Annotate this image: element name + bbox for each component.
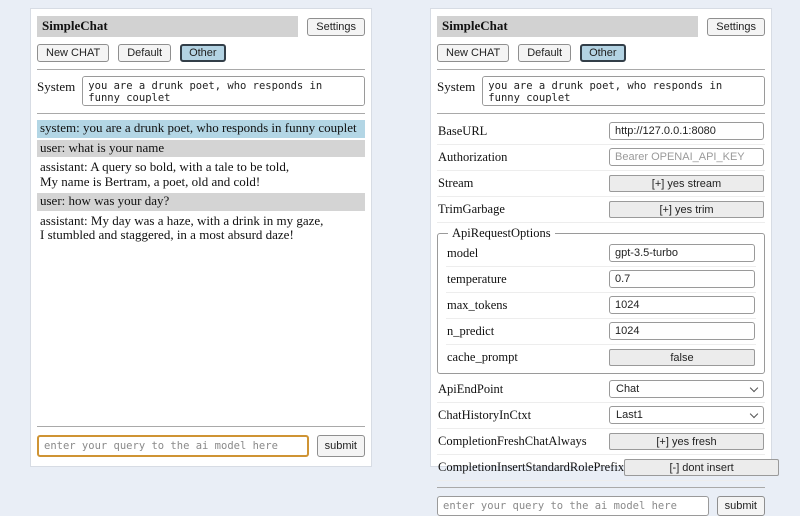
- temperature-input[interactable]: [609, 270, 755, 288]
- app-title: SimpleChat: [437, 16, 698, 37]
- divider: [37, 69, 365, 70]
- setting-row-api-endpoint: ApiEndPoint Chat: [437, 377, 765, 403]
- max-tokens-input[interactable]: [609, 296, 755, 314]
- n-predict-label: n_predict: [447, 324, 494, 339]
- stream-label: Stream: [438, 176, 473, 191]
- api-request-options-fieldset: ApiRequestOptions model temperature max_…: [437, 226, 765, 374]
- chat-message-user: user: what is your name: [37, 140, 365, 158]
- divider: [437, 113, 765, 114]
- setting-row-baseurl: BaseURL: [437, 119, 765, 145]
- system-prompt-input[interactable]: you are a drunk poet, who responds in fu…: [82, 76, 365, 106]
- setting-row-n-predict: n_predict: [446, 319, 756, 345]
- chat-history-in-ctxt-label: ChatHistoryInCtxt: [438, 408, 531, 423]
- settings-panel: SimpleChat Settings New CHAT Default Oth…: [430, 8, 772, 467]
- divider: [37, 113, 365, 114]
- completion-insert-standard-role-prefix-toggle-button[interactable]: [-] dont insert: [624, 459, 779, 476]
- authorization-label: Authorization: [438, 150, 507, 165]
- model-input[interactable]: [609, 244, 755, 262]
- api-request-options-legend: ApiRequestOptions: [448, 226, 555, 241]
- query-row: submit: [37, 435, 365, 457]
- settings-button[interactable]: Settings: [707, 18, 765, 36]
- model-label: model: [447, 246, 478, 261]
- query-row: submit: [437, 496, 765, 516]
- chevron-down-icon: [750, 410, 758, 418]
- query-input[interactable]: [437, 496, 709, 516]
- setting-row-authorization: Authorization: [437, 145, 765, 171]
- setting-row-temperature: temperature: [446, 267, 756, 293]
- chevron-down-icon: [750, 384, 758, 392]
- setting-row-completion-insert-standard-role-prefix: CompletionInsertStandardRolePrefix [-] d…: [437, 455, 765, 481]
- system-prompt-input[interactable]: you are a drunk poet, who responds in fu…: [482, 76, 765, 106]
- setting-row-trim-garbage: TrimGarbage [+] yes trim: [437, 197, 765, 223]
- divider: [37, 426, 365, 427]
- setting-row-cache-prompt: cache_prompt false: [446, 345, 756, 370]
- completion-fresh-chat-always-label: CompletionFreshChatAlways: [438, 434, 587, 449]
- chat-message-system: system: you are a drunk poet, who respon…: [37, 120, 365, 138]
- api-endpoint-select[interactable]: Chat: [609, 380, 764, 398]
- session-tab-other[interactable]: Other: [180, 44, 226, 62]
- setting-row-chat-history-in-ctxt: ChatHistoryInCtxt Last1: [437, 403, 765, 429]
- chat-message-assistant: assistant: A query so bold, with a tale …: [37, 159, 365, 191]
- cache-prompt-label: cache_prompt: [447, 350, 518, 365]
- stream-toggle-button[interactable]: [+] yes stream: [609, 175, 764, 192]
- submit-button[interactable]: submit: [717, 496, 765, 516]
- chat-message-assistant: assistant: My day was a haze, with a dri…: [37, 213, 365, 245]
- chat-message-user: user: how was your day?: [37, 193, 365, 211]
- header: SimpleChat Settings: [37, 16, 365, 37]
- setting-row-model: model: [446, 241, 756, 267]
- setting-row-stream: Stream [+] yes stream: [437, 171, 765, 197]
- temperature-label: temperature: [447, 272, 507, 287]
- baseurl-label: BaseURL: [438, 124, 487, 139]
- chat-history-in-ctxt-select[interactable]: Last1: [609, 406, 764, 424]
- query-input[interactable]: [37, 435, 309, 457]
- trim-garbage-label: TrimGarbage: [438, 202, 505, 217]
- session-tab-default[interactable]: Default: [118, 44, 171, 62]
- divider: [437, 69, 765, 70]
- system-prompt-row: System you are a drunk poet, who respond…: [437, 76, 765, 106]
- completion-fresh-chat-always-toggle-button[interactable]: [+] yes fresh: [609, 433, 764, 450]
- chat-message-list: system: you are a drunk poet, who respon…: [37, 120, 365, 247]
- submit-button[interactable]: submit: [317, 435, 365, 457]
- authorization-input[interactable]: [609, 148, 764, 166]
- setting-row-completion-fresh-chat-always: CompletionFreshChatAlways [+] yes fresh: [437, 429, 765, 455]
- system-label: System: [37, 76, 75, 106]
- cache-prompt-toggle-button[interactable]: false: [609, 349, 755, 366]
- assistant-line: assistant: My day was a haze, with a dri…: [40, 214, 362, 229]
- max-tokens-label: max_tokens: [447, 298, 507, 313]
- system-prompt-row: System you are a drunk poet, who respond…: [37, 76, 365, 106]
- divider: [437, 487, 765, 488]
- settings-button[interactable]: Settings: [307, 18, 365, 36]
- api-endpoint-label: ApiEndPoint: [438, 382, 503, 397]
- session-toolbar: New CHAT Default Other: [37, 44, 365, 62]
- header: SimpleChat Settings: [437, 16, 765, 37]
- spacer: [37, 247, 365, 420]
- assistant-line: assistant: A query so bold, with a tale …: [40, 160, 362, 175]
- baseurl-input[interactable]: [609, 122, 764, 140]
- assistant-line: My name is Bertram, a poet, old and cold…: [40, 175, 362, 190]
- new-chat-button[interactable]: New CHAT: [37, 44, 109, 62]
- chat-history-selected-value: Last1: [616, 409, 643, 421]
- system-label: System: [437, 76, 475, 106]
- app-title: SimpleChat: [37, 16, 298, 37]
- assistant-line: I stumbled and staggered, in a most absu…: [40, 228, 362, 243]
- trim-garbage-toggle-button[interactable]: [+] yes trim: [609, 201, 764, 218]
- new-chat-button[interactable]: New CHAT: [437, 44, 509, 62]
- setting-row-max-tokens: max_tokens: [446, 293, 756, 319]
- n-predict-input[interactable]: [609, 322, 755, 340]
- chat-panel: SimpleChat Settings New CHAT Default Oth…: [30, 8, 372, 467]
- session-toolbar: New CHAT Default Other: [437, 44, 765, 62]
- session-tab-other[interactable]: Other: [580, 44, 626, 62]
- api-endpoint-selected-value: Chat: [616, 383, 639, 395]
- completion-insert-standard-role-prefix-label: CompletionInsertStandardRolePrefix: [438, 460, 624, 475]
- session-tab-default[interactable]: Default: [518, 44, 571, 62]
